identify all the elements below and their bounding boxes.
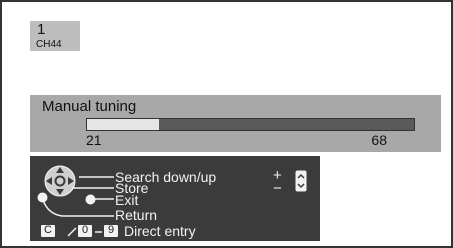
manual-tuning-panel: Manual tuning 21 68 (30, 95, 441, 152)
channel-name: CH44 (36, 39, 62, 50)
help-legend-panel: Search down/up Store Exit Return + − C 0… (30, 156, 320, 241)
channel-number: 1 (37, 21, 46, 38)
help-exit-label: Exit (115, 192, 139, 208)
help-return-label: Return (115, 207, 158, 223)
manual-tuning-title: Manual tuning (42, 98, 137, 115)
key-c: C (41, 225, 55, 237)
tuning-progress-bar[interactable] (86, 118, 415, 131)
tuning-max-label: 68 (371, 132, 387, 148)
key-0: 0 (78, 225, 92, 237)
tv-osd-frame: 1 CH44 Manual tuning 21 68 Search down/u… (0, 0, 453, 248)
key-9: 9 (104, 225, 118, 237)
tuning-min-label: 21 (86, 132, 102, 148)
help-direct-entry-label: Direct entry (124, 223, 196, 239)
colour-button-return-icon (37, 192, 48, 203)
channel-indicator: 1 CH44 (30, 21, 80, 51)
minus-symbol: − (273, 180, 282, 197)
tuning-progress-fill (87, 119, 159, 130)
updown-arrows-icon (295, 170, 307, 192)
colour-button-exit-icon (85, 194, 96, 205)
